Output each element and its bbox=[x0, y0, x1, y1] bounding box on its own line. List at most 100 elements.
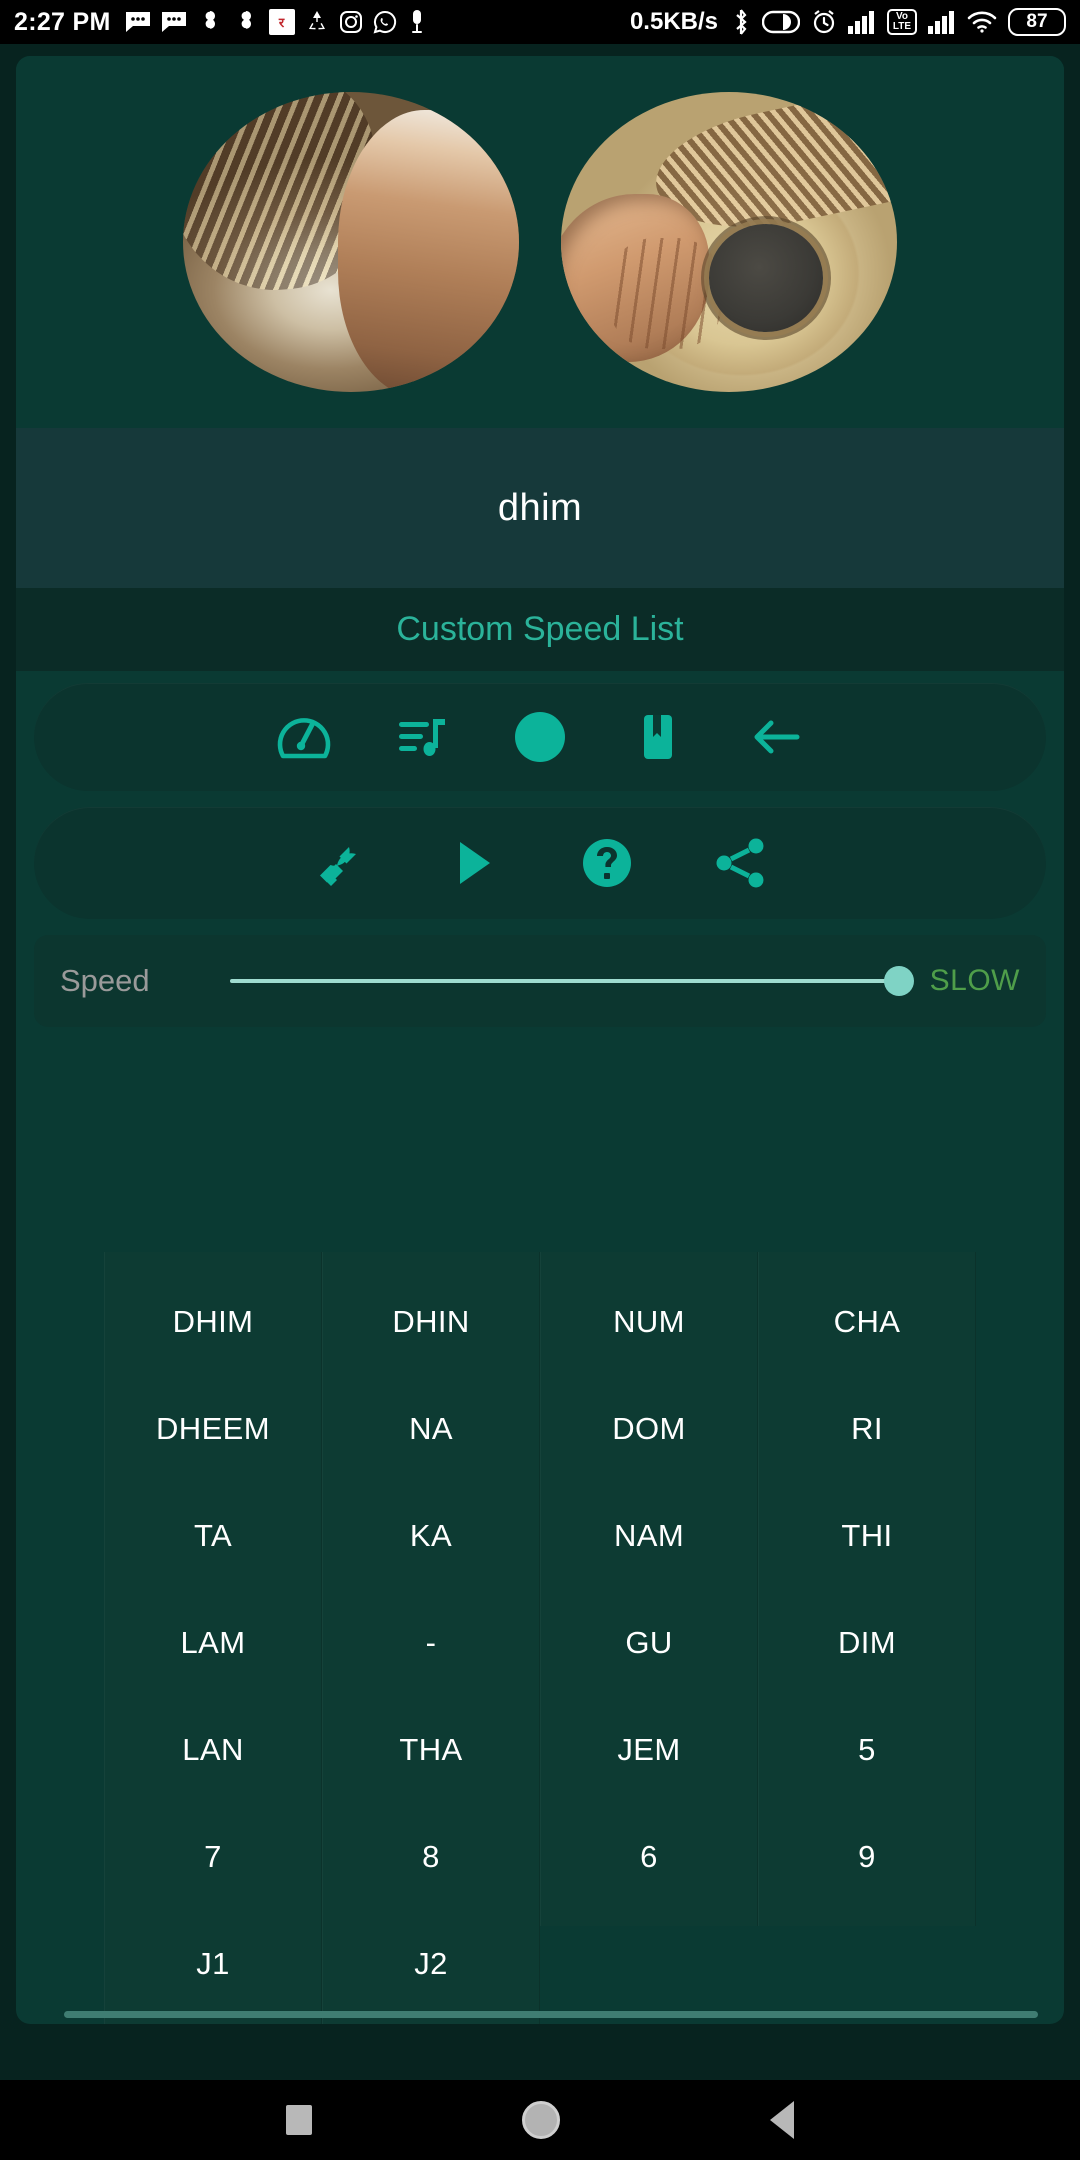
bol-display-panel: dhim bbox=[16, 428, 1064, 588]
status-bar: 2:27 PM र 0.5KB/s Vo LTE 87 bbox=[0, 0, 1080, 44]
wifi-icon bbox=[967, 10, 997, 34]
help-circle-icon bbox=[575, 831, 639, 895]
puzzle-icon bbox=[233, 9, 259, 35]
bol-cell[interactable]: DHIM bbox=[105, 1268, 321, 1375]
bol-cell[interactable]: GU bbox=[541, 1589, 757, 1696]
bol-cell[interactable]: KA bbox=[323, 1482, 539, 1589]
wrench-icon bbox=[302, 826, 376, 900]
status-clock: 2:27 PM bbox=[14, 7, 111, 36]
bol-column-2: DHIN NA KA - THA 8 J2 bbox=[322, 1252, 540, 2024]
bol-cell[interactable]: RI bbox=[759, 1375, 975, 1482]
playlist-button[interactable] bbox=[363, 689, 481, 785]
signal-bars-icon bbox=[848, 10, 876, 34]
share-button[interactable] bbox=[674, 815, 808, 911]
bol-column-1: DHIM DHEEM TA LAM LAN 7 J1 bbox=[104, 1252, 322, 2024]
bol-cell[interactable]: JEM bbox=[541, 1696, 757, 1803]
message-icon bbox=[161, 11, 187, 33]
circle-icon bbox=[522, 2101, 560, 2139]
android-nav-bar bbox=[0, 2080, 1080, 2160]
back-button[interactable] bbox=[717, 689, 835, 785]
column-3-padding bbox=[541, 1910, 757, 1926]
current-bol-text: dhim bbox=[497, 486, 583, 529]
recycle-app-icon bbox=[305, 9, 329, 35]
bol-cell[interactable]: J1 bbox=[105, 1910, 321, 2017]
bol-cell[interactable]: J2 bbox=[323, 1910, 539, 2017]
arrow-left-icon bbox=[745, 706, 807, 768]
bol-cell[interactable]: DHIN bbox=[323, 1268, 539, 1375]
help-button[interactable] bbox=[540, 815, 674, 911]
instrument-images bbox=[16, 56, 1064, 428]
do-not-disturb-icon bbox=[762, 10, 800, 34]
settings-button[interactable] bbox=[272, 815, 406, 911]
message-icon bbox=[125, 11, 151, 33]
whatsapp-icon bbox=[373, 10, 397, 34]
bol-cell[interactable]: CHA bbox=[759, 1268, 975, 1375]
instagram-icon bbox=[339, 10, 363, 34]
bol-cell[interactable]: NAM bbox=[541, 1482, 757, 1589]
bol-cell[interactable]: DOM bbox=[541, 1375, 757, 1482]
toolbars bbox=[16, 671, 1064, 919]
nav-back-button[interactable] bbox=[770, 2101, 794, 2139]
share-icon bbox=[710, 832, 772, 894]
puzzle-icon bbox=[197, 9, 223, 35]
playlist-music-icon bbox=[391, 706, 453, 768]
toolbar-row-2 bbox=[34, 807, 1046, 919]
status-left-icons: र bbox=[125, 9, 427, 35]
triangle-left-icon bbox=[770, 2101, 794, 2139]
bol-column-3: NUM DOM NAM GU JEM 6 bbox=[540, 1252, 758, 1926]
speed-section: Speed SLOW bbox=[16, 919, 1064, 1027]
bookmark-icon bbox=[627, 706, 689, 768]
status-right-icons: 0.5KB/s Vo LTE 87 bbox=[630, 8, 1066, 36]
bol-cell[interactable]: LAM bbox=[105, 1589, 321, 1696]
nav-recents-button[interactable] bbox=[286, 2105, 312, 2135]
horizontal-scrollbar[interactable] bbox=[64, 2011, 1038, 2018]
page-title: Custom Speed List bbox=[396, 610, 684, 648]
alarm-icon bbox=[811, 9, 837, 35]
bol-cell[interactable]: TA bbox=[105, 1482, 321, 1589]
bluetooth-icon bbox=[731, 9, 751, 35]
record-button[interactable] bbox=[481, 689, 599, 785]
play-button[interactable] bbox=[406, 815, 540, 911]
battery-icon: 87 bbox=[1008, 8, 1066, 36]
speed-slider-thumb[interactable] bbox=[883, 966, 914, 996]
nav-home-button[interactable] bbox=[522, 2101, 560, 2139]
speedometer-icon bbox=[273, 706, 335, 768]
bol-grid-wrap: DHIM DHEEM TA LAM LAN 7 J1 DHIN NA KA - … bbox=[16, 1252, 1064, 2024]
microphone-icon bbox=[407, 9, 427, 35]
bol-cell[interactable]: 8 bbox=[323, 1803, 539, 1910]
mridangam-photo[interactable] bbox=[183, 92, 519, 392]
bol-grid: DHIM DHEEM TA LAM LAN 7 J1 DHIN NA KA - … bbox=[22, 1252, 1058, 2024]
bol-cell[interactable]: NUM bbox=[541, 1268, 757, 1375]
speed-slider[interactable] bbox=[230, 961, 914, 1001]
speed-slider-track[interactable] bbox=[230, 979, 906, 983]
bol-cell[interactable]: DIM bbox=[759, 1589, 975, 1696]
app-root: dhim Custom Speed List Speed SLOW DHIM D… bbox=[0, 44, 1080, 2080]
bookmark-button[interactable] bbox=[599, 689, 717, 785]
bol-cell[interactable]: 7 bbox=[105, 1803, 321, 1910]
bol-cell[interactable]: LAN bbox=[105, 1696, 321, 1803]
main-card: dhim Custom Speed List Speed SLOW DHIM D… bbox=[16, 56, 1064, 2024]
bol-cell[interactable]: 6 bbox=[541, 1803, 757, 1910]
volte-bottom: LTE bbox=[892, 21, 912, 32]
square-icon bbox=[286, 2105, 312, 2135]
speed-gauge-button[interactable] bbox=[245, 689, 363, 785]
bol-cell[interactable]: 9 bbox=[759, 1803, 975, 1910]
record-circle-icon bbox=[509, 706, 571, 768]
bol-cell[interactable]: THA bbox=[323, 1696, 539, 1803]
speed-row: Speed SLOW bbox=[34, 935, 1046, 1027]
signal-bars-2-icon bbox=[928, 10, 956, 34]
bol-column-4: CHA RI THI DIM 5 9 bbox=[758, 1252, 976, 1926]
toolbar-row-1 bbox=[34, 683, 1046, 791]
column-4-padding bbox=[759, 1910, 975, 1926]
network-speed-label: 0.5KB/s bbox=[629, 8, 718, 35]
bol-cell[interactable]: DHEEM bbox=[105, 1375, 321, 1482]
speed-value-label: SLOW bbox=[929, 964, 1020, 997]
title-band[interactable]: Custom Speed List bbox=[16, 588, 1064, 671]
irctc-app-icon: र bbox=[268, 9, 295, 35]
kanjira-photo[interactable] bbox=[561, 92, 897, 392]
speed-label: Speed bbox=[60, 963, 150, 998]
bol-cell[interactable]: THI bbox=[759, 1482, 975, 1589]
bol-cell[interactable]: 5 bbox=[759, 1696, 975, 1803]
bol-cell[interactable]: NA bbox=[323, 1375, 539, 1482]
bol-cell[interactable]: - bbox=[323, 1589, 539, 1696]
